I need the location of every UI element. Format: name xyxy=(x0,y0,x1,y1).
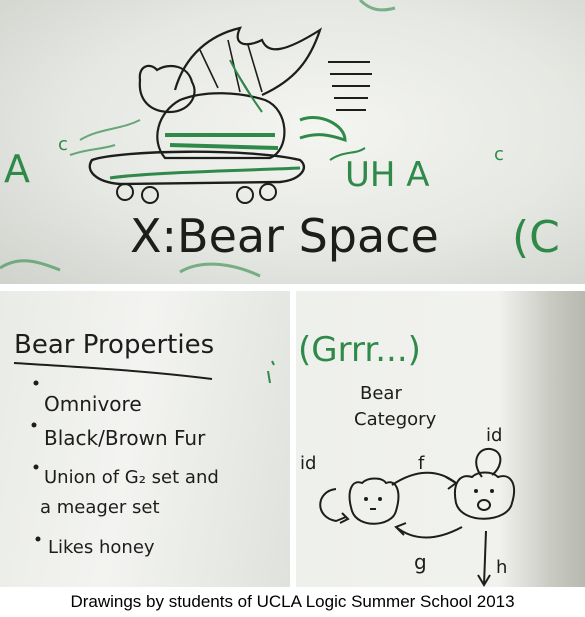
list-item: Union of G₂ set and xyxy=(44,467,219,488)
id-label-right: id xyxy=(486,425,502,446)
angry-bear-face-icon xyxy=(454,471,516,520)
bear-category-drawing: (Grrr...) Bear Category id id f g h xyxy=(298,330,516,587)
image-caption: Drawings by students of UCLA Logic Summe… xyxy=(70,592,515,611)
list-item: Likes honey xyxy=(48,537,155,558)
list-item: a meager set xyxy=(40,497,160,518)
bear-face-icon xyxy=(348,477,400,525)
trailing-parenthesis: (C xyxy=(512,212,560,263)
bear-space-title: X:Bear Space xyxy=(130,209,439,263)
growl-text: (Grrr...) xyxy=(298,330,421,370)
union-complement-superscript: c xyxy=(494,144,504,165)
bear-category-panel: (Grrr...) Bear Category id id f g h xyxy=(296,291,585,587)
properties-list: Omnivore Black/Brown Fur Union of G₂ set… xyxy=(31,380,219,558)
bear-skateboard-drawing: A c UH A c X:Bear Space (C xyxy=(0,0,560,278)
bear-properties-panel: Bear Properties Omnivore Black/Brown Fur… xyxy=(0,291,290,587)
bear-properties-drawing: Bear Properties Omnivore Black/Brown Fur… xyxy=(13,330,275,558)
union-complement-label: UH A xyxy=(345,155,430,195)
bear-properties-heading: Bear Properties xyxy=(14,330,214,360)
arrow-h-label: h xyxy=(496,557,507,578)
arrow-g-label: g xyxy=(414,550,427,574)
list-item: Black/Brown Fur xyxy=(44,426,206,450)
arrow-f-label: f xyxy=(418,453,425,474)
category-label-line1: Bear xyxy=(360,383,402,404)
complement-a-label: A xyxy=(4,147,30,191)
list-item: Omnivore xyxy=(44,392,142,416)
complement-a-superscript: c xyxy=(58,134,68,155)
category-label-line2: Category xyxy=(354,409,437,430)
top-photo-panel: A c UH A c X:Bear Space (C xyxy=(0,0,585,284)
id-label-left: id xyxy=(300,453,316,474)
